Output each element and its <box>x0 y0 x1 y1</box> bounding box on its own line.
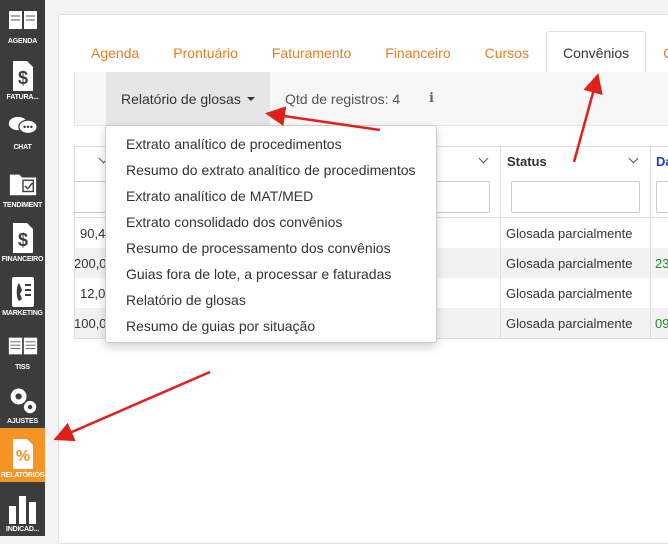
sidebar-item-label: TENDIMENT <box>2 202 43 209</box>
sidebar-item-label: AGENDA <box>7 38 38 45</box>
sidebar-item-financeiro[interactable]: $ FINANCEIRO <box>0 212 45 266</box>
value-cell: 90,4 <box>80 225 106 241</box>
sidebar-item-relatorios[interactable]: % RELATÓRIOS <box>0 428 45 482</box>
info-icon[interactable]: i <box>429 91 434 106</box>
sidebar-item-atendimento[interactable]: TENDIMENT <box>0 158 45 212</box>
sidebar-item-label: TISS <box>15 364 30 371</box>
menu-item-resumo-guias-situacao[interactable]: Resumo de guias por situação <box>106 313 436 339</box>
menu-item-guias-fora-lote[interactable]: Guias fora de lote, a processar e fatura… <box>106 261 436 287</box>
record-count: Qtd de registros: 4 <box>285 91 401 107</box>
dollar-icon: $ <box>8 60 38 92</box>
report-dropdown-label: Relatório de glosas <box>121 91 241 107</box>
sidebar: AGENDA $ FATURA... CHAT TENDIMENT $ FINA… <box>0 0 45 536</box>
sidebar-item-faturamento[interactable]: $ FATURA... <box>0 50 45 104</box>
column-header-status[interactable]: Status <box>507 147 547 175</box>
book-icon <box>8 330 38 362</box>
svg-text:%: % <box>15 448 29 465</box>
tab-cursos[interactable]: Cursos <box>468 31 546 73</box>
sidebar-item-label: AJUSTES <box>7 418 38 425</box>
report-toolbar: Relatório de glosas Qtd de registros: 4 … <box>74 72 668 126</box>
tab-bar: Agenda Prontuário Faturamento Financeiro… <box>74 31 668 73</box>
sidebar-item-label: CHAT <box>13 144 32 151</box>
tab-convenios[interactable]: Convênios <box>545 31 647 73</box>
sidebar-item-label: INDICAD... <box>5 526 39 533</box>
menu-item-extrato-analitico[interactable]: Extrato analítico de procedimentos <box>106 131 436 157</box>
sidebar-item-label: FATURA... <box>6 94 39 101</box>
chevron-down-icon[interactable] <box>628 153 639 164</box>
column-divider <box>650 147 651 339</box>
percent-icon: % <box>8 438 38 470</box>
report-dropdown-button[interactable]: Relatório de glosas <box>106 72 270 126</box>
status-cell: Glosada parcialmente <box>506 315 633 331</box>
gears-icon <box>8 384 38 416</box>
tab-agenda[interactable]: Agenda <box>74 31 156 73</box>
tab-prontuario[interactable]: Prontuário <box>156 31 255 73</box>
sidebar-item-tiss[interactable]: TISS <box>0 320 45 374</box>
menu-item-resumo-extrato[interactable]: Resumo do extrato analítico de procedime… <box>106 157 436 183</box>
extra-cell: 23 <box>655 255 668 271</box>
sidebar-item-ajustes[interactable]: AJUSTES <box>0 374 45 428</box>
menu-item-resumo-processamento[interactable]: Resumo de processamento dos convênios <box>106 235 436 261</box>
sidebar-item-chat[interactable]: CHAT <box>0 104 45 154</box>
report-dropdown-menu: Extrato analítico de procedimentos Resum… <box>105 125 437 343</box>
sidebar-item-label: RELATÓRIOS <box>0 472 45 479</box>
extra-cell: 09 <box>655 315 668 331</box>
sidebar-item-agenda[interactable]: AGENDA <box>0 0 45 48</box>
sidebar-item-marketing[interactable]: MARKETING <box>0 266 45 320</box>
dollar-icon: $ <box>8 222 38 254</box>
value-cell: 100,0 <box>74 315 107 331</box>
menu-item-relatorio-glosas[interactable]: Relatório de glosas <box>106 287 436 313</box>
sidebar-item-label: FINANCEIRO <box>1 256 44 263</box>
calendar-icon <box>8 4 38 36</box>
phone-icon <box>8 276 38 308</box>
value-cell: 12,0 <box>80 285 106 301</box>
filter-input[interactable] <box>434 181 490 213</box>
column-divider <box>74 147 75 339</box>
chat-bubbles-icon <box>8 110 38 142</box>
status-cell: Glosada parcialmente <box>506 225 633 241</box>
chevron-down-icon[interactable] <box>478 153 489 164</box>
status-filter-input[interactable] <box>511 181 640 213</box>
svg-text:$: $ <box>17 230 27 250</box>
status-cell: Glosada parcialmente <box>506 285 633 301</box>
menu-item-extrato-matmed[interactable]: Extrato analítico de MAT/MED <box>106 183 436 209</box>
status-cell: Glosada parcialmente <box>506 255 633 271</box>
tab-financeiro[interactable]: Financeiro <box>368 31 467 73</box>
caret-down-icon <box>246 97 255 101</box>
sidebar-item-label: MARKETING <box>2 310 43 317</box>
menu-item-extrato-consolidado[interactable]: Extrato consolidado dos convênios <box>106 209 436 235</box>
value-cell: 200,0 <box>74 255 107 271</box>
column-header-next[interactable]: Da <box>656 147 668 175</box>
sidebar-item-indicadores[interactable]: INDICAD... <box>0 482 45 536</box>
tab-partial[interactable]: C <box>646 31 668 73</box>
attendance-icon <box>8 168 38 200</box>
column-divider <box>500 147 501 339</box>
svg-text:$: $ <box>17 68 27 88</box>
tab-faturamento[interactable]: Faturamento <box>255 31 368 73</box>
bar-chart-icon <box>8 492 38 524</box>
filter-input[interactable] <box>656 181 668 213</box>
